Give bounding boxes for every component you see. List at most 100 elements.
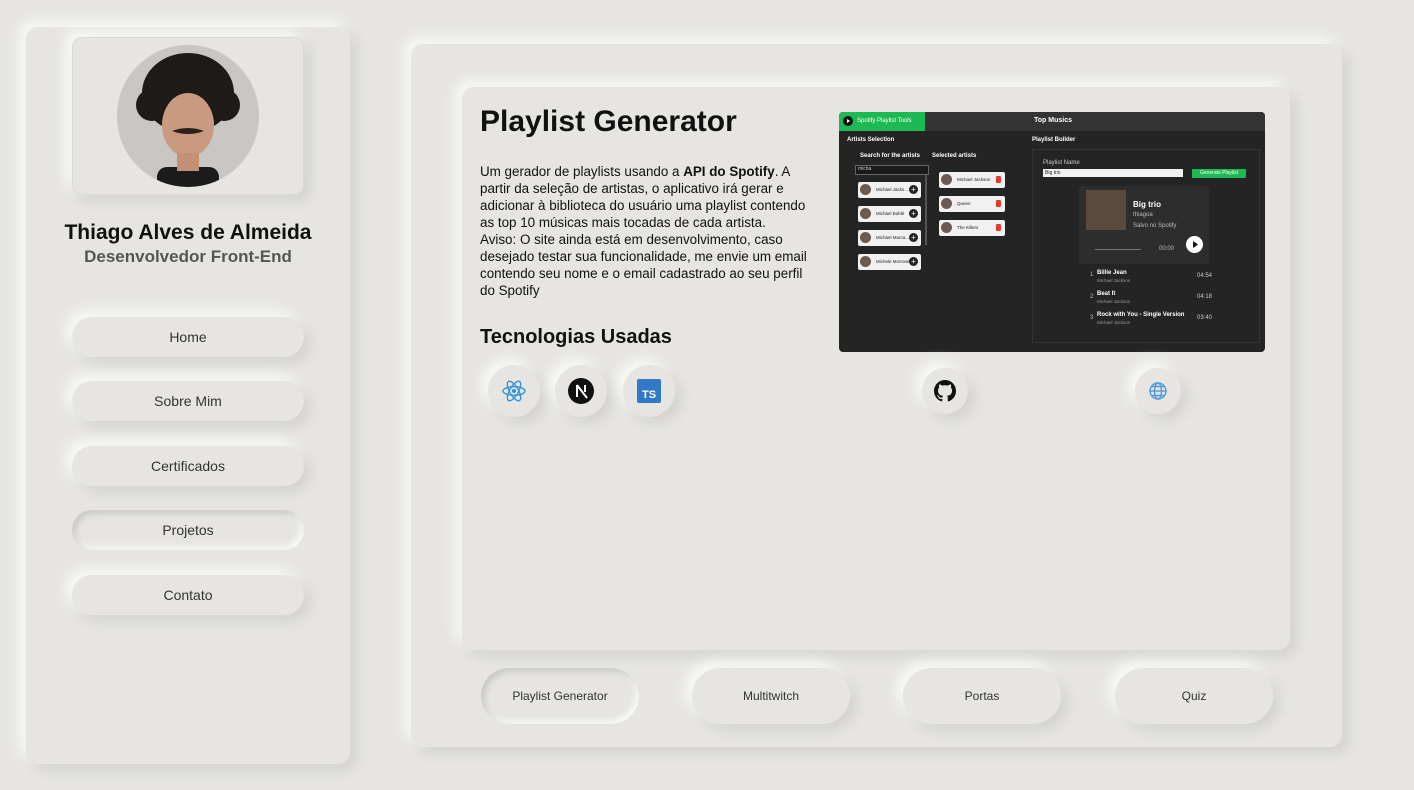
preview-generate-button: Generate Playlist xyxy=(1192,169,1246,178)
tab-label: Multitwitch xyxy=(742,689,799,703)
preview-saved: Salvo no Spotify xyxy=(1133,223,1177,229)
tab-portas[interactable]: Portas xyxy=(903,668,1061,724)
preview-player: Big trio thiagoa Salvo no Spotify 00:00 xyxy=(1079,186,1209,264)
preview-scrollbar xyxy=(925,175,927,245)
preview-track-title: Beat It xyxy=(1097,291,1116,297)
tab-label: Portas xyxy=(964,689,1000,703)
preview-search-value: micha xyxy=(858,166,872,172)
desc-warning: Aviso: O site ainda está em desenvolvime… xyxy=(480,232,807,298)
react-icon xyxy=(488,365,540,417)
nav-home[interactable]: Home xyxy=(72,317,304,357)
preview-cover xyxy=(1086,190,1126,230)
preview-progress xyxy=(1095,249,1141,250)
nav-contato[interactable]: Contato xyxy=(72,575,304,615)
sidebar: Thiago Alves de Almeida Desenvolvedor Fr… xyxy=(26,27,350,764)
project-card: Playlist Generator Um gerador de playlis… xyxy=(462,87,1290,650)
profile-role: Desenvolvedor Front-End xyxy=(84,247,292,266)
projects-panel: Playlist Generator Um gerador de playlis… xyxy=(411,44,1342,747)
preview-result-name: Michael Jacks... xyxy=(876,187,909,192)
preview-result-name: Michael Bublé xyxy=(876,211,905,216)
preview-owner: thiagoa xyxy=(1133,212,1153,218)
preview-playlist-name-input: Big trio xyxy=(1043,169,1183,177)
preview-artist-avatar xyxy=(860,208,871,219)
preview-track-artist: Michael Jackson xyxy=(1097,320,1131,325)
project-description: Um gerador de playlists usando a API do … xyxy=(480,163,814,299)
preview-trash-icon xyxy=(996,200,1001,207)
nav-label: Home xyxy=(169,329,207,345)
tab-label: Quiz xyxy=(1181,689,1207,703)
preview-artist-avatar xyxy=(941,222,952,233)
profile-name: Thiago Alves de Almeida xyxy=(64,221,312,244)
nav-sobre-mim[interactable]: Sobre Mim xyxy=(72,381,304,421)
website-link[interactable] xyxy=(1135,368,1181,414)
github-link[interactable] xyxy=(922,368,968,414)
tab-label: Playlist Generator xyxy=(512,689,608,703)
preview-result-row: Michael Jacks... + xyxy=(858,182,921,198)
preview-track-duration: 04:18 xyxy=(1197,294,1213,300)
nav-label: Projetos xyxy=(162,522,214,538)
nav-certificados[interactable]: Certificados xyxy=(72,446,304,486)
preview-track-num: 2 xyxy=(1090,294,1094,300)
preview-selected-name: The Killers xyxy=(957,225,979,230)
preview-artist-avatar xyxy=(941,174,952,185)
preview-selected-row: The Killers xyxy=(939,220,1005,236)
preview-result-row: Michele Morrone + xyxy=(858,254,921,270)
preview-track-duration: 04:54 xyxy=(1197,273,1213,279)
preview-trash-icon xyxy=(996,224,1001,231)
preview-track-title: Rock with You - Single Version xyxy=(1097,312,1185,318)
typescript-icon: TS xyxy=(623,365,675,417)
preview-add-icon: + xyxy=(909,185,918,194)
preview-track-num: 3 xyxy=(1090,315,1094,321)
project-title: Playlist Generator xyxy=(480,105,737,138)
preview-selected-label: Selected artists xyxy=(932,153,977,159)
preview-search-label: Search for the artists xyxy=(860,153,921,159)
tech-title: Tecnologias Usadas xyxy=(480,326,672,348)
preview-result-row: Michael Marca... + xyxy=(858,230,921,246)
nav-label: Contato xyxy=(163,587,213,603)
preview-result-name: Michael Marca... xyxy=(876,235,910,240)
preview-builder-label: Playlist Builder xyxy=(1032,137,1076,143)
preview-topbar xyxy=(925,112,1265,131)
tab-quiz[interactable]: Quiz xyxy=(1115,668,1273,724)
tab-multitwitch[interactable]: Multitwitch xyxy=(692,668,850,724)
preview-selected-row: Queen xyxy=(939,196,1005,212)
nav-label: Sobre Mim xyxy=(154,393,222,409)
preview-play-button-icon xyxy=(1186,236,1203,253)
preview-artist-avatar xyxy=(860,184,871,195)
avatar xyxy=(117,45,259,187)
preview-playlist-name-value: Big trio xyxy=(1045,170,1061,176)
globe-icon xyxy=(1149,382,1167,400)
preview-artist-avatar xyxy=(860,256,871,267)
preview-selected-row: Michael Jackson xyxy=(939,172,1005,188)
preview-play-icon xyxy=(843,116,853,126)
preview-artists-section: Artists Selection xyxy=(847,137,895,143)
photo-frame xyxy=(72,37,304,195)
preview-selected-name: Michael Jackson xyxy=(957,177,991,182)
preview-artist-avatar xyxy=(860,232,871,243)
preview-track-artist: Michael Jackson xyxy=(1097,299,1131,304)
project-preview-image: Spotify Playlist Tools Top Musics Artist… xyxy=(839,112,1265,352)
tab-playlist-generator[interactable]: Playlist Generator xyxy=(481,668,639,724)
preview-add-icon: + xyxy=(909,257,918,266)
preview-add-icon: + xyxy=(909,209,918,218)
preview-brand: Spotify Playlist Tools xyxy=(857,118,912,124)
preview-track-title: Billie Jean xyxy=(1097,270,1127,276)
preview-result-name: Michele Morrone xyxy=(876,259,910,264)
nav-projetos[interactable]: Projetos xyxy=(72,510,304,550)
preview-playlist-name-label: Playlist Name xyxy=(1043,160,1080,166)
preview-track-artist: Michael Jackson xyxy=(1097,278,1131,283)
preview-header: Top Musics xyxy=(1034,117,1072,124)
preview-add-icon: + xyxy=(909,233,918,242)
desc-api: API do Spotify xyxy=(683,164,775,179)
preview-trash-icon xyxy=(996,176,1001,183)
nav-label: Certificados xyxy=(151,458,225,474)
preview-track-duration: 03:40 xyxy=(1197,315,1213,321)
preview-result-row: Michael Bublé + xyxy=(858,206,921,222)
svg-text:TS: TS xyxy=(642,389,656,401)
github-icon xyxy=(934,380,956,402)
desc-text: Um gerador de playlists usando a xyxy=(480,164,684,179)
preview-search-input: micha xyxy=(855,165,929,175)
preview-playlist-title: Big trio xyxy=(1133,200,1161,209)
preview-time: 00:00 xyxy=(1159,246,1175,252)
preview-artist-avatar xyxy=(941,198,952,209)
